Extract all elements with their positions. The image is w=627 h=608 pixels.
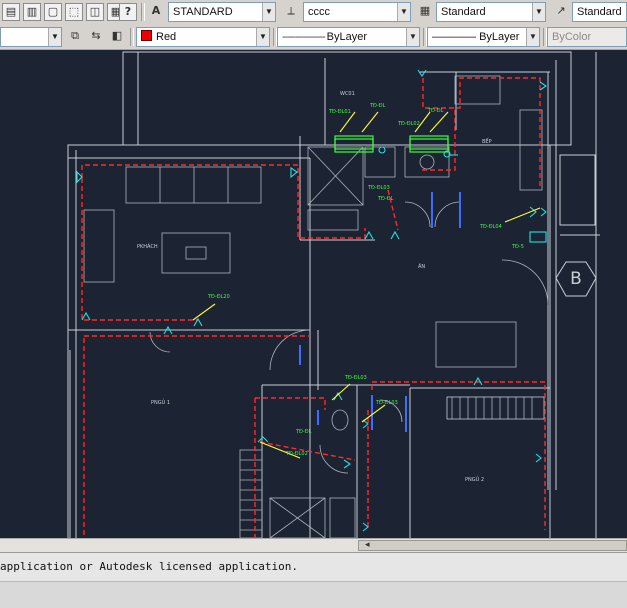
- device-tag: TĐ-ĐL02: [397, 121, 420, 127]
- device-tag: TĐ-5: [511, 244, 524, 250]
- dim-style-value: cccc: [308, 6, 330, 18]
- grid-marker-label: B: [570, 269, 582, 289]
- chevron-down-icon[interactable]: ▼: [406, 28, 419, 46]
- command-input[interactable]: [0, 581, 627, 608]
- leader-arrows: [192, 111, 541, 459]
- text-style-value: STANDARD: [173, 6, 233, 18]
- horizontal-scrollbar[interactable]: ◂: [0, 538, 627, 553]
- layer-props-icon[interactable]: ▤: [2, 3, 20, 21]
- lineweight-sample: ————: [432, 31, 480, 43]
- layer-match-icon[interactable]: ◫: [86, 3, 104, 21]
- device-tag: TĐ-ĐL: [377, 196, 394, 202]
- chevron-down-icon[interactable]: ▼: [48, 28, 61, 46]
- linetype-sample: ----------------: [282, 31, 327, 43]
- device-tag: TĐ-ĐL: [427, 108, 444, 114]
- linetype-combo[interactable]: ---------------- ByLayer ▼: [277, 27, 420, 47]
- properties-toolbar: ▼ ⧉ ⇆ ◧ Red ▼ ---------------- ByLayer ▼…: [0, 25, 627, 50]
- chevron-down-icon[interactable]: ▼: [526, 28, 539, 46]
- fixtures: [334, 135, 449, 153]
- layer-previous-icon[interactable]: ⇆: [87, 28, 105, 46]
- mleader-style-value: Standard: [577, 6, 622, 18]
- toolbar-separator: [141, 3, 145, 21]
- chevron-down-icon[interactable]: ▼: [397, 3, 410, 21]
- device-tag: TĐ-ĐL: [295, 429, 312, 435]
- command-line-window: application or Autodesk licensed applica…: [0, 552, 627, 608]
- lineweight-combo[interactable]: ———— ByLayer ▼: [427, 27, 540, 47]
- table-style-combo[interactable]: Standard ▼: [436, 2, 546, 22]
- layer-walk-icon[interactable]: ◧: [108, 28, 126, 46]
- dim-style-combo[interactable]: cccc ▼: [303, 2, 411, 22]
- layer-prev-icon[interactable]: ▢: [44, 3, 62, 21]
- device-tag: TĐ-ĐL04: [479, 224, 502, 230]
- linetype-value: ByLayer: [326, 31, 368, 43]
- text-style-icon[interactable]: A: [147, 3, 165, 21]
- room-label: PKHÁCH: [137, 243, 158, 250]
- device-tag: TĐ-ĐL03: [344, 375, 367, 381]
- table-style-value: Standard: [441, 6, 486, 18]
- color-swatch: [141, 30, 152, 41]
- mleader-style-icon[interactable]: ↗: [552, 3, 570, 21]
- device-tag: TĐ-ĐL03: [375, 400, 398, 406]
- device-tag: TĐ-ĐL01: [328, 109, 351, 115]
- scrollbar-thumb[interactable]: [358, 540, 627, 551]
- text-style-combo[interactable]: STANDARD ▼: [168, 2, 276, 22]
- device-tag: TĐ-ĐL20: [207, 294, 230, 300]
- room-label: PNGỦ 1: [151, 398, 170, 406]
- floor-plan: B PKHÁCH ĂN BẾP WC01 PNGỦ 1 PNGỦ 2 TĐ-ĐL…: [67, 51, 600, 538]
- openings: [299, 192, 461, 432]
- styles-toolbar: ▤ ▥ ▢ ⬚ ◫ ▦ ? A STANDARD ▼ ⟂ cccc ▼ ▦ St…: [0, 0, 627, 26]
- color-combo[interactable]: Red ▼: [136, 27, 270, 47]
- room-label: BẾP: [482, 137, 492, 145]
- plotstyle-value: ByColor: [552, 31, 592, 43]
- command-history: application or Autodesk licensed applica…: [0, 560, 299, 573]
- mleader-style-combo[interactable]: Standard: [572, 2, 627, 22]
- room-label: ĂN: [418, 263, 425, 270]
- color-value: Red: [156, 31, 177, 43]
- table-style-icon[interactable]: ▦: [416, 3, 434, 21]
- model-space-canvas[interactable]: B PKHÁCH ĂN BẾP WC01 PNGỦ 1 PNGỦ 2 TĐ-ĐL…: [0, 50, 627, 538]
- room-label: WC01: [340, 91, 355, 97]
- layer-combo[interactable]: ▼: [0, 27, 62, 47]
- outlet-symbols: [76, 69, 547, 532]
- grid-bubble: B: [555, 261, 597, 297]
- dim-style-icon[interactable]: ⟂: [282, 3, 300, 21]
- chevron-down-icon[interactable]: ▼: [256, 28, 269, 46]
- device-tag: TĐ-ĐL03: [367, 185, 390, 191]
- help-icon[interactable]: ?: [119, 3, 137, 21]
- device-tag: TĐ-ĐL: [369, 103, 386, 109]
- scroll-left-icon[interactable]: ◂: [365, 539, 370, 552]
- chevron-down-icon[interactable]: ▼: [532, 3, 545, 21]
- toolbar-separator: [130, 28, 134, 46]
- plotstyle-combo[interactable]: ByColor: [547, 27, 627, 47]
- layer-iso-icon[interactable]: ⬚: [65, 3, 83, 21]
- make-current-icon[interactable]: ⧉: [66, 28, 84, 46]
- layer-states-icon[interactable]: ▥: [23, 3, 41, 21]
- room-label: PNGỦ 2: [465, 475, 484, 483]
- lineweight-value: ByLayer: [479, 31, 520, 43]
- device-tag: TĐ-ĐL02: [285, 451, 308, 457]
- chevron-down-icon[interactable]: ▼: [262, 3, 275, 21]
